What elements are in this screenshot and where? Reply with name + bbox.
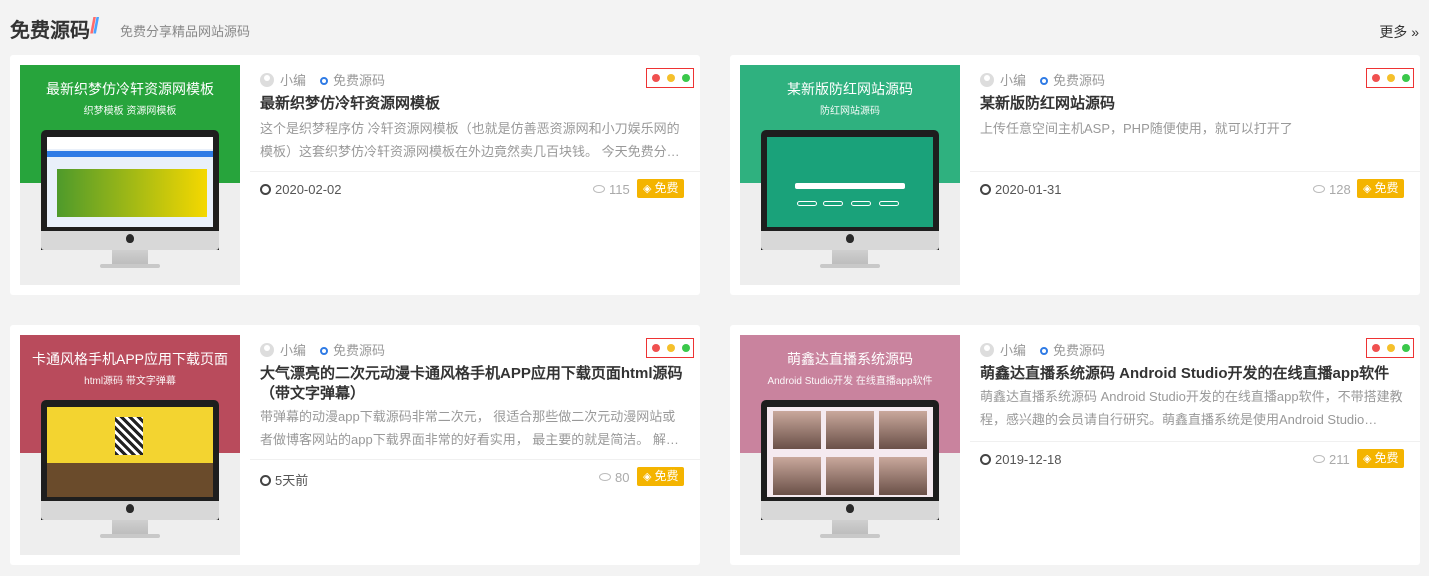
thumbnail-title: 某新版防红网站源码: [787, 81, 913, 97]
card-description: 萌鑫达直播系统源码 Android Studio开发的在线直播app软件，不带搭…: [980, 389, 1403, 427]
category-dot-icon: [320, 77, 329, 85]
source-card[interactable]: 卡通风格手机APP应用下载页面 html源码 带文字弹幕 小编 免费源码 大气漂亮…: [10, 325, 700, 565]
thumbnail-title: 最新织梦仿冷轩资源网模板: [46, 81, 214, 97]
free-badge[interactable]: ◈ 免费: [1357, 179, 1405, 198]
card-thumbnail[interactable]: 最新织梦仿冷轩资源网模板 织梦模板 资源网模板: [20, 65, 240, 285]
eye-icon: [1313, 185, 1325, 193]
screen-preview: [47, 407, 213, 497]
category-dot-icon: [1040, 347, 1049, 355]
source-card[interactable]: 最新织梦仿冷轩资源网模板 织梦模板 资源网模板 小编 免费源码 最新织梦仿冷轩资源…: [10, 55, 700, 295]
category-link[interactable]: 免费源码: [1053, 73, 1105, 88]
thumbnail-subtitle: html源码 带文字弹幕: [84, 376, 176, 387]
source-card[interactable]: 某新版防红网站源码 防红网站源码 小编 免费源码 某新版防红网站源码 上传任意空间…: [730, 55, 1420, 295]
apple-logo-icon: [126, 504, 134, 513]
card-thumbnail[interactable]: 萌鑫达直播系统源码 Android Studio开发 在线直播app软件: [740, 335, 960, 555]
screen-preview: [767, 407, 933, 497]
card-meta: 小编 免费源码: [980, 70, 1105, 89]
thumbnail-title: 萌鑫达直播系统源码: [787, 351, 913, 367]
view-count: 80: [599, 470, 629, 485]
view-count: 128: [1313, 182, 1351, 197]
screen-preview: [47, 137, 213, 227]
view-count: 115: [593, 182, 630, 197]
screen-preview: [767, 137, 933, 227]
card-title[interactable]: 某新版防红网站源码: [980, 94, 1405, 114]
thumbnail-subtitle: 织梦模板 资源网模板: [83, 106, 177, 117]
card-description: 这个是织梦程序仿 冷轩资源网模板（也就是仿善恶资源网和小刀娱乐网的模板）这套织梦…: [260, 121, 680, 159]
apple-logo-icon: [846, 504, 854, 513]
source-card[interactable]: 萌鑫达直播系统源码 Android Studio开发 在线直播app软件 小编 免…: [730, 325, 1420, 565]
eye-icon: [593, 185, 605, 193]
window-dots: [1366, 338, 1414, 358]
window-dots: [646, 338, 694, 358]
avatar-icon: [260, 73, 274, 87]
category-link[interactable]: 免费源码: [333, 343, 385, 358]
clock-icon: [260, 184, 271, 195]
section-title: 免费源码: [10, 20, 90, 42]
diamond-icon: ◈: [1363, 183, 1372, 195]
category-dot-icon: [1040, 77, 1049, 85]
diamond-icon: ◈: [1363, 453, 1372, 465]
post-date: 2020-02-02: [260, 182, 342, 197]
free-badge[interactable]: ◈ 免费: [637, 179, 685, 198]
diamond-icon: ◈: [643, 471, 652, 483]
eye-icon: [1313, 455, 1325, 463]
window-dots: [646, 68, 694, 88]
apple-logo-icon: [126, 234, 134, 243]
card-description: 上传任意空间主机ASP，PHP随便使用，就可以打开了: [980, 121, 1293, 136]
card-meta: 小编 免费源码: [260, 340, 385, 359]
post-date: 5天前: [260, 470, 308, 489]
monitor-icon: [41, 130, 219, 250]
avatar-icon: [980, 343, 994, 357]
card-description: 带弹幕的动漫app下载源码非常二次元， 很适合那些做二次元动漫网站或者做博客网站…: [260, 409, 679, 447]
card-title[interactable]: 萌鑫达直播系统源码 Android Studio开发的在线直播app软件: [980, 364, 1405, 384]
post-date: 2020-01-31: [980, 182, 1062, 197]
monitor-icon: [761, 130, 939, 250]
free-badge[interactable]: ◈ 免费: [1357, 449, 1405, 468]
avatar-icon: [260, 343, 274, 357]
card-thumbnail[interactable]: 某新版防红网站源码 防红网站源码: [740, 65, 960, 285]
clock-icon: [980, 454, 991, 465]
slash-decoration-icon: //: [90, 13, 99, 38]
section-subtitle: 免费分享精品网站源码: [120, 24, 251, 39]
diamond-icon: ◈: [643, 183, 652, 195]
card-thumbnail[interactable]: 卡通风格手机APP应用下载页面 html源码 带文字弹幕: [20, 335, 240, 555]
monitor-icon: [761, 400, 939, 520]
card-meta: 小编 免费源码: [260, 70, 385, 89]
category-dot-icon: [320, 347, 329, 355]
card-meta: 小编 免费源码: [980, 340, 1105, 359]
clock-icon: [980, 184, 991, 195]
avatar-icon: [980, 73, 994, 87]
card-title[interactable]: 大气漂亮的二次元动漫卡通风格手机APP应用下载页面html源码（带文字弹幕）: [260, 364, 685, 404]
author-name[interactable]: 小编: [1000, 73, 1026, 88]
section-header: 免费源码 // 免费分享精品网站源码 更多 »: [0, 0, 1429, 56]
author-name[interactable]: 小编: [280, 343, 306, 358]
thumbnail-subtitle: Android Studio开发 在线直播app软件: [767, 376, 933, 387]
apple-logo-icon: [846, 234, 854, 243]
author-name[interactable]: 小编: [280, 73, 306, 88]
post-date: 2019-12-18: [980, 452, 1062, 467]
monitor-icon: [41, 400, 219, 520]
thumbnail-title: 卡通风格手机APP应用下载页面: [31, 351, 228, 367]
category-link[interactable]: 免费源码: [333, 73, 385, 88]
window-dots: [1366, 68, 1414, 88]
author-name[interactable]: 小编: [1000, 343, 1026, 358]
free-badge[interactable]: ◈ 免费: [637, 467, 685, 486]
category-link[interactable]: 免费源码: [1053, 343, 1105, 358]
thumbnail-subtitle: 防红网站源码: [820, 106, 880, 117]
card-title[interactable]: 最新织梦仿冷轩资源网模板: [260, 94, 685, 114]
view-count: 211: [1313, 452, 1350, 467]
clock-icon: [260, 475, 271, 486]
more-link[interactable]: 更多 »: [1379, 22, 1419, 42]
eye-icon: [599, 473, 611, 481]
